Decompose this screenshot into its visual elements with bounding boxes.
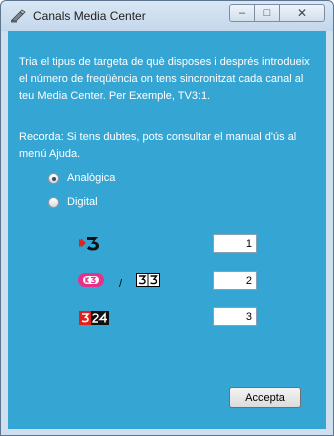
accept-button[interactable]: Accepta [229, 387, 301, 408]
close-button[interactable]: ✕ [279, 4, 325, 22]
dialog-window: Canals Media Center – □ ✕ Tria el tipus … [0, 0, 334, 436]
radio-button-icon[interactable] [48, 197, 59, 208]
dialog-body: Tria el tipus de targeta de què disposes… [8, 31, 326, 429]
3-24-channel-input[interactable] [213, 307, 257, 326]
k3-33-channel-input[interactable] [213, 271, 257, 290]
tv3-logo [79, 237, 99, 251]
window-title: Canals Media Center [33, 9, 146, 23]
radio-label: Analògica [67, 172, 116, 184]
k3-logo [78, 273, 104, 287]
canal-3-24-logo [79, 311, 109, 325]
maximize-button[interactable]: □ [254, 4, 280, 22]
app-icon [10, 9, 26, 23]
radio-label: Digital [67, 196, 98, 208]
instructions-text: Tria el tipus de targeta de què disposes… [19, 56, 310, 102]
tv3-channel-input[interactable] [213, 234, 257, 253]
help-note: Recorda: Si tens dubtes, pots consultar … [19, 131, 297, 160]
channel-separator: / [119, 278, 123, 290]
minimize-icon: – [238, 7, 246, 19]
close-icon: ✕ [296, 6, 308, 20]
title-bar[interactable]: Canals Media Center – □ ✕ [1, 1, 333, 31]
maximize-icon: □ [263, 7, 271, 19]
radio-button-selected-icon[interactable] [48, 173, 59, 184]
minimize-button[interactable]: – [229, 4, 255, 22]
canal-33-logo [136, 273, 160, 287]
